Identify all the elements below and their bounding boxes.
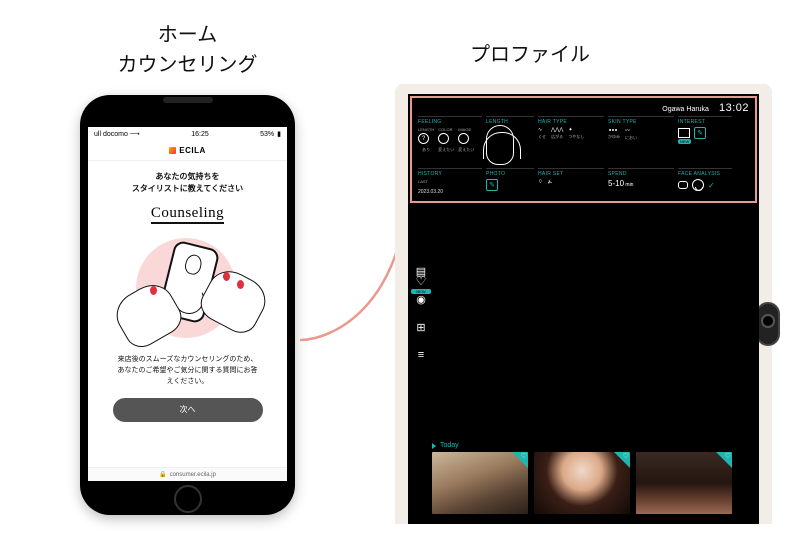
history-section: HISTORY LAST 2023.03.20 [418, 168, 482, 195]
title-home-counseling: ホーム カウンセリング [60, 20, 315, 80]
photo-section: PHOTO ✎ [486, 168, 534, 195]
feeling-length-icon[interactable] [418, 133, 429, 144]
clock: 13:02 [719, 102, 749, 114]
skin-itch-icon[interactable] [608, 127, 617, 133]
brush-icon[interactable]: ⍼ [548, 179, 552, 185]
face-check-icon[interactable] [692, 179, 704, 191]
status-carrier: ull docomo ⟶ [94, 130, 140, 138]
rail-list-icon[interactable]: ≡ [414, 348, 428, 362]
chat-icon[interactable] [678, 181, 688, 189]
dryer-icon[interactable]: ⌔ [538, 179, 543, 185]
title-profile: プロファイル [470, 38, 590, 67]
url-text: consumer.ecila.jp [170, 472, 216, 478]
skin-smell-icon[interactable]: 〰 [625, 128, 630, 134]
app-logo-icon [169, 147, 176, 154]
feeling-color-icon[interactable] [438, 133, 449, 144]
hand-illustration [118, 228, 258, 348]
feeling-section: FEELING LENGTHあり COLOR変えたい IMAGE変えたい [418, 116, 482, 165]
photo-edit-button[interactable]: ✎ [486, 179, 498, 191]
skintype-section: SKIN TYPE かゆみ 〰におい [608, 116, 674, 165]
kiosk-device: Ogawa Haruka 13:02 FEELING LENGTHあり COLO… [395, 84, 772, 524]
length-section: LENGTH [486, 116, 534, 165]
style-thumb-1[interactable]: ♡ [432, 452, 528, 514]
profile-panel: Ogawa Haruka 13:02 FEELING LENGTHあり COLO… [410, 96, 757, 203]
rail-window-icon[interactable]: ⊞ [414, 320, 428, 334]
interest-new-badge: NEW [678, 139, 691, 144]
left-rail: ▤ ◉ ⊞ ≡ [411, 224, 431, 524]
spend-section: SPEND 5-10 min [608, 168, 674, 195]
length-silhouette-icon[interactable] [486, 125, 514, 165]
kiosk-camera-icon [756, 302, 780, 346]
phone-earpiece [163, 97, 213, 103]
today-label: Today [440, 442, 459, 449]
app-name: ECILA [179, 146, 206, 155]
hairtype-curl-icon[interactable]: ∿ [538, 127, 542, 133]
browser-url-bar[interactable]: 🔒 consumer.ecila.jp [88, 467, 287, 481]
style-thumb-3[interactable]: ♡ [636, 452, 732, 514]
rail-camera-icon[interactable]: ◉ [414, 292, 428, 306]
lock-icon: 🔒 [159, 471, 166, 478]
rail-book-icon[interactable]: ▤ [414, 264, 428, 278]
kiosk-screen: Ogawa Haruka 13:02 FEELING LENGTHあり COLO… [408, 94, 759, 524]
feeling-image-icon[interactable] [458, 133, 469, 144]
faceanalysis-section: FACE ANALYSIS ✓ [678, 168, 732, 195]
interest-edit-button[interactable]: ✎ [694, 127, 706, 139]
next-button[interactable]: 次へ [113, 398, 263, 422]
hairset-section: HAIR SET ⌔ ⍼ [538, 168, 604, 195]
title-home: ホーム [158, 24, 217, 46]
counseling-heading: Counseling [100, 205, 275, 222]
hairtype-shine-icon[interactable]: ✦ [568, 127, 572, 133]
today-strip: Today ♡ ♡ ♡ [432, 442, 755, 520]
style-thumb-2[interactable]: ♡ [534, 452, 630, 514]
phone-device: ull docomo ⟶ 16:25 53% ▮ ECILA あなたの気持ちを … [80, 95, 295, 515]
interest-photo-icon[interactable] [678, 128, 690, 138]
phone-home-button[interactable] [174, 485, 202, 513]
user-name: Ogawa Haruka [662, 106, 709, 113]
hairtype-volume-icon[interactable]: ⋀⋀⋀ [551, 127, 563, 133]
battery-icon: ▮ [277, 130, 281, 138]
status-time: 16:25 [191, 131, 209, 138]
title-counseling: カウンセリング [118, 54, 258, 76]
status-bar: ull docomo ⟶ 16:25 53% ▮ [88, 127, 287, 141]
today-arrow-icon[interactable] [432, 443, 436, 449]
lead-text: あなたの気持ちを スタイリストに教えてください [100, 171, 275, 195]
interest-section: INTEREST ✎ NEW [678, 116, 732, 165]
description-text: 来店後のスムーズなカウンセリングのため、 あなたのご希望やご気分に関する質問にお… [100, 354, 275, 388]
status-battery: 53% [260, 131, 274, 138]
hairtype-section: HAIR TYPE ∿くせ ⋀⋀⋀広がる ✦つやなし [538, 116, 604, 165]
app-header: ECILA [88, 141, 287, 161]
phone-screen: ull docomo ⟶ 16:25 53% ▮ ECILA あなたの気持ちを … [88, 127, 287, 481]
